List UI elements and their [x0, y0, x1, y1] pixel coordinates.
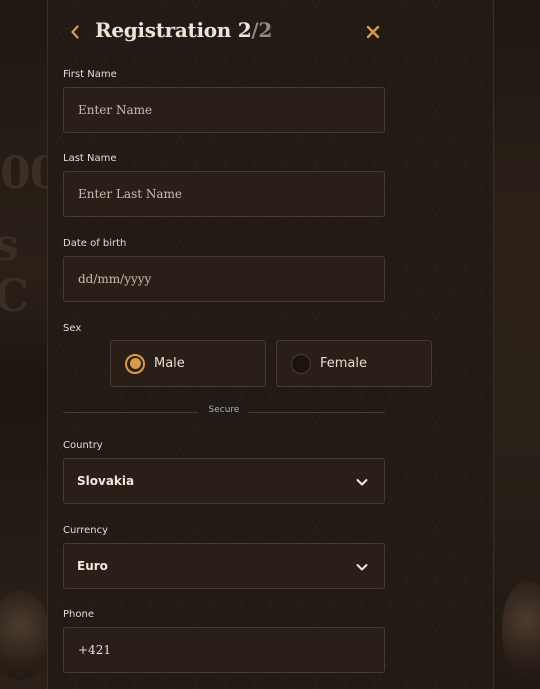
first-name-label: First Name: [63, 69, 117, 80]
background-right: [494, 0, 540, 689]
background-character-image: [502, 580, 540, 680]
country-label: Country: [63, 440, 103, 451]
sex-option-label: Female: [320, 356, 368, 371]
radio-unselected-icon: [291, 353, 311, 374]
background-text: s C: [0, 220, 29, 322]
last-name-input[interactable]: [63, 171, 385, 217]
first-name-input[interactable]: [63, 87, 385, 133]
chevron-down-icon: [356, 564, 368, 571]
close-button[interactable]: [361, 20, 385, 44]
modal-header: Registration 2/2: [63, 14, 385, 50]
country-select[interactable]: Slovakia: [63, 458, 385, 504]
currency-select[interactable]: Euro: [63, 543, 385, 589]
last-name-label: Last Name: [63, 153, 117, 164]
currency-value: Euro: [77, 559, 108, 573]
background-character-image: [0, 590, 50, 680]
phone-input[interactable]: [63, 627, 385, 673]
chevron-left-icon: [71, 25, 79, 39]
modal-title: Registration 2/2: [95, 18, 272, 42]
phone-label: Phone: [63, 609, 94, 620]
background-left: 00 s C: [0, 0, 60, 689]
sex-option-female[interactable]: Female: [276, 340, 432, 387]
close-icon: [366, 25, 380, 39]
title-total-steps: 2: [258, 18, 272, 42]
date-of-birth-input[interactable]: [63, 256, 385, 302]
secure-label: Secure: [208, 405, 240, 415]
country-value: Slovakia: [77, 474, 135, 488]
chevron-down-icon: [356, 479, 368, 486]
back-button[interactable]: [63, 18, 87, 46]
title-step: Registration 2: [95, 18, 252, 42]
sex-option-male[interactable]: Male: [110, 340, 266, 387]
secure-divider: Secure: [63, 405, 385, 415]
radio-selected-icon: [125, 353, 145, 374]
date-of-birth-label: Date of birth: [63, 238, 127, 249]
sex-label: Sex: [63, 323, 82, 334]
sex-option-label: Male: [154, 356, 185, 371]
currency-label: Currency: [63, 525, 109, 536]
